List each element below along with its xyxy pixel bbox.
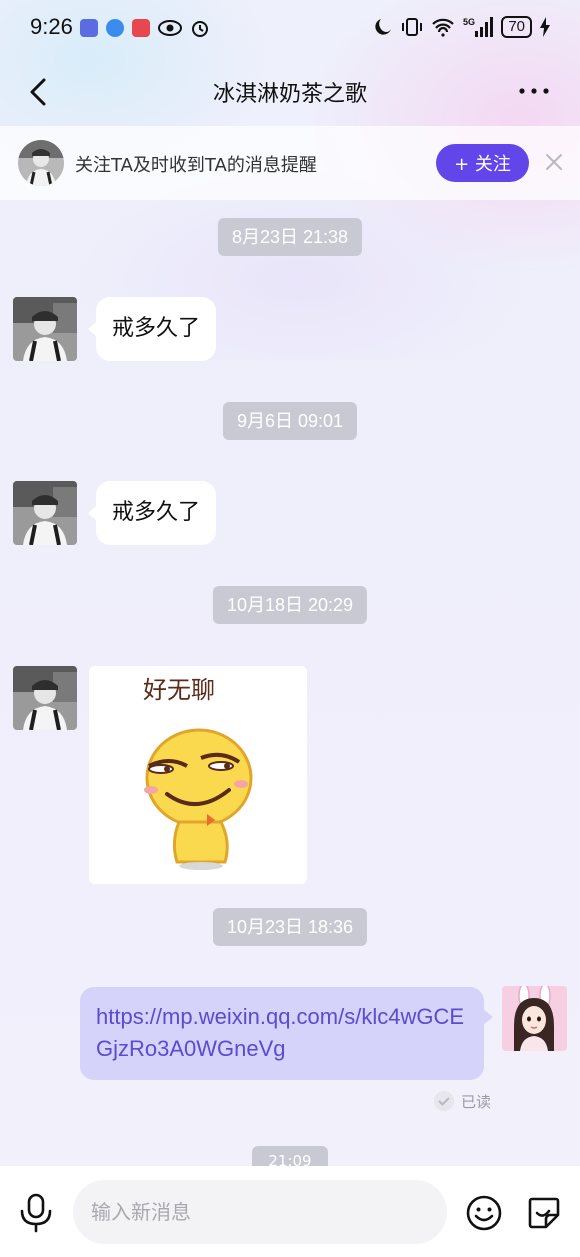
page-title: 冰淇淋奶茶之歌 xyxy=(212,82,367,107)
network-label: 5G xyxy=(463,17,475,27)
follow-prompt-text: 关注TA及时收到TA的消息提醒 xyxy=(75,155,317,176)
chat-header: 冰淇淋奶茶之歌 xyxy=(0,58,580,126)
read-label: 已读 xyxy=(461,1092,492,1111)
battery-level: 70 xyxy=(501,16,532,38)
status-bar: 9:26 5G 70 xyxy=(0,0,580,58)
charging-icon xyxy=(540,17,550,37)
microphone-icon xyxy=(20,1193,52,1233)
message-bubble[interactable]: 戒多久了 xyxy=(87,481,217,545)
read-receipt: 已读 xyxy=(433,1090,491,1112)
sticker-icon xyxy=(528,1197,560,1229)
sticker-button[interactable] xyxy=(526,1195,562,1231)
avatar[interactable] xyxy=(502,986,567,1051)
avatar xyxy=(18,140,64,186)
alarm-icon xyxy=(192,21,208,37)
avatar[interactable] xyxy=(13,297,77,361)
link-text[interactable]: https://mp.weixin.qq.com/s/klc4wGCEGjzRo… xyxy=(96,1004,464,1061)
book-notification-icon xyxy=(132,19,150,37)
sticker-caption: 好无聊 xyxy=(143,676,215,704)
avatar[interactable] xyxy=(13,481,77,545)
time-divider: 10月23日 18:36 xyxy=(212,908,368,946)
voice-button[interactable] xyxy=(18,1193,54,1233)
follow-banner: 关注TA及时收到TA的消息提醒 + 关注 xyxy=(0,126,580,200)
follow-button[interactable]: + 关注 xyxy=(436,144,529,182)
moon-icon xyxy=(375,19,392,35)
status-time: 9:26 xyxy=(30,14,73,39)
time-divider: 10月18日 20:29 xyxy=(212,586,368,624)
vibrate-icon xyxy=(402,18,423,36)
link-message-bubble[interactable]: https://mp.weixin.qq.com/s/klc4wGCEGjzRo… xyxy=(80,987,493,1080)
more-dots-icon xyxy=(519,88,549,94)
input-bar xyxy=(0,1166,580,1257)
browser-notification-icon xyxy=(106,19,124,37)
more-button[interactable] xyxy=(514,76,554,106)
sticker-message[interactable]: 好无聊 xyxy=(89,666,307,884)
time-divider: 8月23日 21:38 xyxy=(217,218,363,256)
close-banner-button[interactable] xyxy=(544,152,564,172)
emoji-button[interactable] xyxy=(466,1195,502,1231)
smiley-icon xyxy=(466,1195,502,1231)
close-icon xyxy=(546,154,562,170)
check-circle-icon xyxy=(434,1091,454,1111)
app-notification-icon xyxy=(80,19,98,37)
system-icons: 5G 70 xyxy=(373,16,550,38)
avatar[interactable] xyxy=(13,666,77,730)
message-bubble[interactable]: 戒多久了 xyxy=(87,297,217,361)
wifi-icon xyxy=(432,18,455,37)
notification-icons xyxy=(80,18,210,38)
signal-icon: 5G xyxy=(463,17,494,37)
message-input[interactable] xyxy=(73,1180,447,1244)
bored-emoji-sticker: 好无聊 xyxy=(143,676,253,870)
time-divider: 9月6日 09:01 xyxy=(222,402,358,440)
eye-icon xyxy=(158,20,182,36)
